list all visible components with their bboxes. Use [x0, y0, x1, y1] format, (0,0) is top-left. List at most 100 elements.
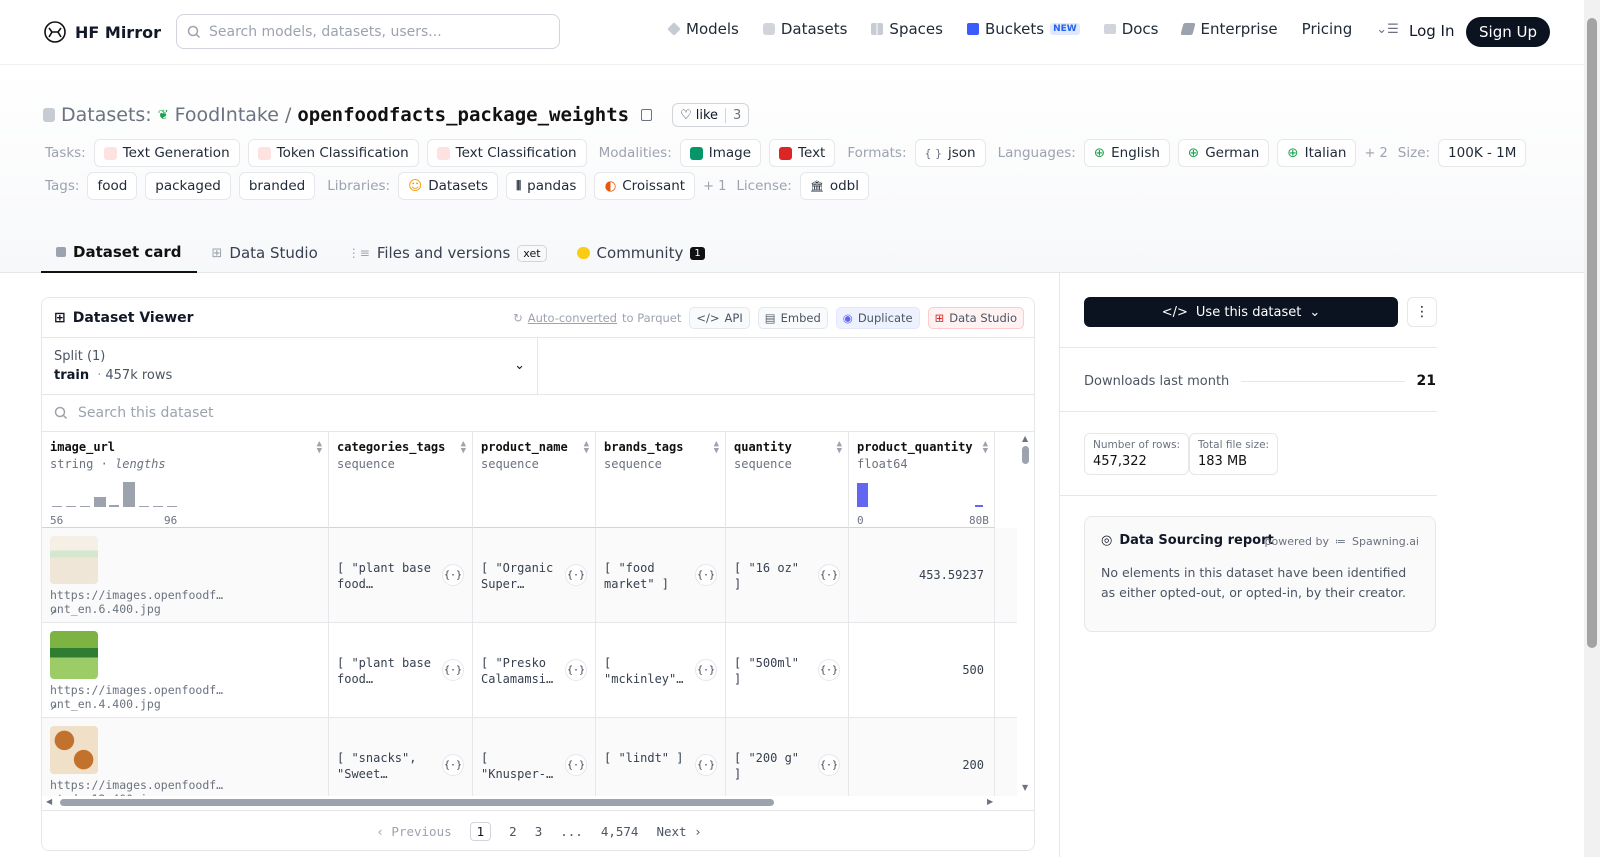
page-link-current[interactable]: 1	[469, 822, 492, 841]
page-link[interactable]: 3	[535, 824, 543, 839]
nav-buckets[interactable]: Buckets NEW	[966, 20, 1080, 38]
table-row[interactable]: https://images.openfoodf…ont_en.4.400.jp…	[42, 623, 1017, 718]
spawning-link[interactable]: Spawning.ai	[1352, 535, 1419, 548]
expand-json-icon[interactable]: {·}	[818, 754, 840, 776]
horizontal-scrollbar[interactable]: ◀ ▶	[42, 796, 1017, 810]
column-header-product-name[interactable]: product_name sequence ▲ ▼	[473, 432, 596, 528]
sort-icon[interactable]: ▲ ▼	[983, 440, 988, 456]
nav-more[interactable]: ⌄☰	[1376, 22, 1399, 37]
size-chip[interactable]: 100K - 1M	[1438, 139, 1527, 167]
library-chip[interactable]: ☺ Datasets	[398, 172, 499, 200]
brand-logo[interactable]: HF Mirror	[43, 20, 161, 44]
data-studio-button[interactable]: ⊞ Data Studio	[927, 307, 1024, 329]
expand-json-icon[interactable]: {·}	[442, 659, 464, 681]
auto-converted-link[interactable]: Auto-converted	[528, 311, 617, 325]
next-page-button[interactable]: Next ›	[656, 824, 701, 839]
external-link-icon[interactable]: ↗	[50, 604, 57, 618]
datasets-prefix[interactable]: Datasets:	[61, 104, 152, 126]
task-chip[interactable]: Text Generation	[93, 139, 240, 167]
library-chip[interactable]: ◐ Croissant	[594, 172, 696, 200]
signup-button[interactable]: Sign Up	[1466, 17, 1550, 47]
language-chip[interactable]: ⊕ German	[1177, 139, 1270, 167]
product-thumbnail[interactable]	[50, 631, 98, 679]
external-link-icon[interactable]: ↗	[50, 699, 57, 713]
expand-json-icon[interactable]: {·}	[565, 659, 587, 681]
library-chip[interactable]: ⫼ pandas	[506, 172, 587, 200]
task-chip[interactable]: Token Classification	[247, 139, 419, 167]
dataset-org[interactable]: FoodIntake	[175, 104, 279, 126]
tag-chip[interactable]: packaged	[145, 172, 231, 200]
nav-models[interactable]: Models	[667, 20, 739, 38]
page-link[interactable]: 2	[509, 824, 517, 839]
languages-more[interactable]: + 2	[1364, 146, 1387, 161]
expand-json-icon[interactable]: {·}	[695, 659, 717, 681]
dataset-search-placeholder[interactable]: Search this dataset	[78, 405, 213, 421]
like-button[interactable]: ♡ like 3	[672, 103, 750, 127]
embed-button[interactable]: ▤ Embed	[757, 307, 828, 329]
split-selector[interactable]: Split (1) train · 457k rows ⌄	[42, 338, 538, 394]
task-chip[interactable]: Text Classification	[426, 139, 587, 167]
sort-icon[interactable]: ▲ ▼	[461, 440, 466, 456]
expand-json-icon[interactable]: {·}	[818, 564, 840, 586]
column-header-quantity[interactable]: quantity sequence ▲ ▼	[726, 432, 849, 528]
tag-chip[interactable]: food	[87, 172, 138, 200]
language-chip[interactable]: ⊕ Italian	[1277, 139, 1357, 167]
tab-community[interactable]: Community 1	[562, 233, 720, 273]
table-row[interactable]: https://images.openfoodf…ont_en.6.400.jp…	[42, 528, 1017, 623]
modality-chip[interactable]: Text	[769, 139, 836, 167]
license-chip[interactable]: 🏛 odbl	[799, 172, 869, 200]
dataset-search[interactable]: Search this dataset	[42, 395, 1034, 432]
expand-json-icon[interactable]: {·}	[565, 564, 587, 586]
expand-json-icon[interactable]: {·}	[565, 754, 587, 776]
nav-spaces[interactable]: Spaces	[871, 20, 943, 38]
tab-data-studio[interactable]: ⊞ Data Studio	[197, 233, 333, 273]
nav-enterprise[interactable]: Enterprise	[1180, 20, 1278, 38]
page-scrollbar[interactable]	[1584, 0, 1600, 857]
use-dataset-button[interactable]: </> Use this dataset ⌄	[1084, 297, 1398, 327]
global-search-input[interactable]	[209, 23, 539, 40]
expand-json-icon[interactable]: {·}	[442, 564, 464, 586]
page-scroll-thumb[interactable]	[1587, 18, 1597, 648]
tab-dataset-card[interactable]: Dataset card	[41, 233, 197, 273]
vertical-scrollbar[interactable]: ▲ ▼	[1019, 432, 1033, 796]
format-chip[interactable]: { } json	[914, 139, 986, 167]
page-link-last[interactable]: 4,574	[601, 824, 639, 839]
image-url-text[interactable]: https://images.openfoodf…ont_en.4.400.jp…	[50, 683, 328, 711]
dataset-name[interactable]: openfoodfacts_package_weights	[297, 104, 629, 126]
vertical-scroll-thumb[interactable]	[1022, 446, 1029, 464]
expand-json-icon[interactable]: {·}	[442, 754, 464, 776]
auto-converted-info[interactable]: ↻ Auto-converted to Parquet	[513, 311, 681, 325]
sort-icon[interactable]: ▲ ▼	[317, 440, 322, 456]
duplicate-button[interactable]: ◉ Duplicate	[835, 307, 920, 329]
language-chip[interactable]: ⊕ English	[1083, 139, 1170, 167]
image-url-text[interactable]: https://images.openfoodf…nt_de.12.400.jp…	[50, 778, 328, 796]
global-search[interactable]	[176, 14, 560, 49]
table-row[interactable]: https://images.openfoodf…nt_de.12.400.jp…	[42, 718, 1017, 796]
sort-icon[interactable]: ▲ ▼	[837, 440, 842, 456]
modality-chip[interactable]: Image	[679, 139, 762, 167]
copy-icon[interactable]	[641, 109, 653, 121]
expand-json-icon[interactable]: {·}	[695, 754, 717, 776]
previous-page-button[interactable]: ‹ Previous	[376, 824, 451, 839]
tag-chip[interactable]: branded	[238, 172, 316, 200]
column-header-image-url[interactable]: image_url string · lengths 56 96 ▲ ▼	[42, 432, 329, 528]
expand-json-icon[interactable]: {·}	[818, 659, 840, 681]
expand-json-icon[interactable]: {·}	[695, 564, 717, 586]
more-options-button[interactable]: ⋮	[1407, 297, 1437, 327]
sort-icon[interactable]: ▲ ▼	[714, 440, 719, 456]
login-link[interactable]: Log In	[1409, 22, 1455, 40]
column-header-brands[interactable]: brands_tags sequence ▲ ▼	[596, 432, 726, 528]
product-thumbnail[interactable]	[50, 536, 98, 584]
nav-pricing[interactable]: Pricing	[1302, 20, 1353, 38]
nav-datasets[interactable]: Datasets	[762, 20, 847, 38]
tab-files[interactable]: ⋮≡ Files and versions xet	[333, 233, 562, 273]
column-header-categories[interactable]: categories_tags sequence ▲ ▼	[329, 432, 473, 528]
product-thumbnail[interactable]	[50, 726, 98, 774]
column-header-product-quantity[interactable]: product_quantity float64 0 80B ▲ ▼	[849, 432, 995, 528]
api-button[interactable]: </> API	[689, 307, 750, 329]
nav-docs[interactable]: Docs	[1103, 20, 1158, 38]
horizontal-scroll-thumb[interactable]	[60, 799, 774, 806]
libraries-more[interactable]: + 1	[703, 179, 726, 194]
sort-icon[interactable]: ▲ ▼	[584, 440, 589, 456]
image-url-text[interactable]: https://images.openfoodf…ont_en.6.400.jp…	[50, 588, 328, 616]
